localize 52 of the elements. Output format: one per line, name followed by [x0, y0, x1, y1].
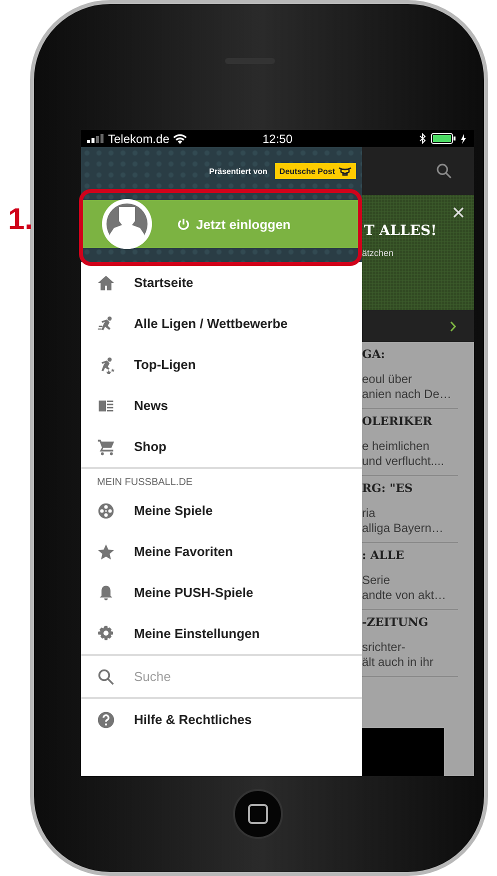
battery-icon: [431, 133, 456, 144]
article-snippet: srichter-: [362, 640, 406, 655]
menu-item[interactable]: Hilfe & Rechtliches: [81, 699, 362, 740]
help-icon: [97, 710, 115, 728]
article-headline: -ZEITUNG: [362, 615, 430, 631]
banner-headline: T ALLES!: [364, 223, 437, 239]
avatar-silhouette-icon: [102, 199, 152, 249]
close-icon[interactable]: [453, 207, 464, 218]
article-snippet: alliga Bayern…: [362, 521, 444, 536]
menu-item[interactable]: Top-Ligen: [81, 344, 362, 385]
charging-bolt-icon: [461, 134, 466, 144]
menu-item[interactable]: Meine Einstellungen: [81, 613, 362, 654]
chevron-right-icon[interactable]: [450, 320, 456, 332]
power-icon: [177, 218, 190, 230]
house-icon: [97, 274, 115, 292]
settings-icon: [97, 624, 115, 642]
bell-icon: [97, 584, 115, 602]
article-snippet: Serie: [362, 573, 392, 588]
bluetooth-icon: [419, 133, 426, 144]
article-headline: RG: "ES: [362, 481, 414, 497]
article-snippet: anien nach De…: [362, 387, 452, 402]
section-title: MEIN FUSSBALL.DE: [96, 476, 194, 490]
carrier-name: Telekom.de: [108, 132, 170, 146]
sponsor-logo: Deutsche Post: [275, 163, 356, 179]
article-snippet: ria: [362, 506, 376, 521]
menu-item[interactable]: Meine PUSH-Spiele: [81, 572, 362, 613]
article-headline: GA:: [362, 347, 386, 363]
search-icon[interactable]: [436, 163, 452, 179]
wifi-icon: [173, 134, 188, 144]
star-icon: [97, 542, 115, 560]
menu-item[interactable]: Startseite: [81, 262, 362, 303]
search-icon: [97, 668, 115, 686]
signal-icon: [87, 134, 104, 143]
article-headline: OLERIKER: [362, 414, 434, 430]
cart-icon: [97, 438, 115, 456]
menu-item[interactable]: Shop: [81, 426, 362, 467]
article-snippet: andte von akt…: [362, 588, 448, 603]
article-snippet: und verflucht....: [362, 454, 446, 469]
home-button[interactable]: [232, 789, 282, 839]
clock-time: 12:50: [262, 132, 293, 146]
article-snippet: eoul über: [362, 372, 414, 387]
film-reel-icon: [97, 502, 115, 520]
menu-item[interactable]: Meine Favoriten: [81, 531, 362, 572]
menu-item[interactable]: Alle Ligen / Wettbewerbe: [81, 303, 362, 344]
menu-item[interactable]: News: [81, 385, 362, 426]
sponsor-label: Präsentiert von: [209, 166, 268, 176]
menu-item[interactable]: Meine Spiele: [81, 490, 362, 531]
annotation-number: 1.: [8, 203, 34, 237]
article-headline: : ALLE: [362, 548, 406, 564]
banner-subline: ätzchen: [362, 248, 394, 258]
article-snippet: e heimlichen: [362, 439, 430, 454]
article-snippet: ält auch in ihr: [362, 655, 434, 670]
